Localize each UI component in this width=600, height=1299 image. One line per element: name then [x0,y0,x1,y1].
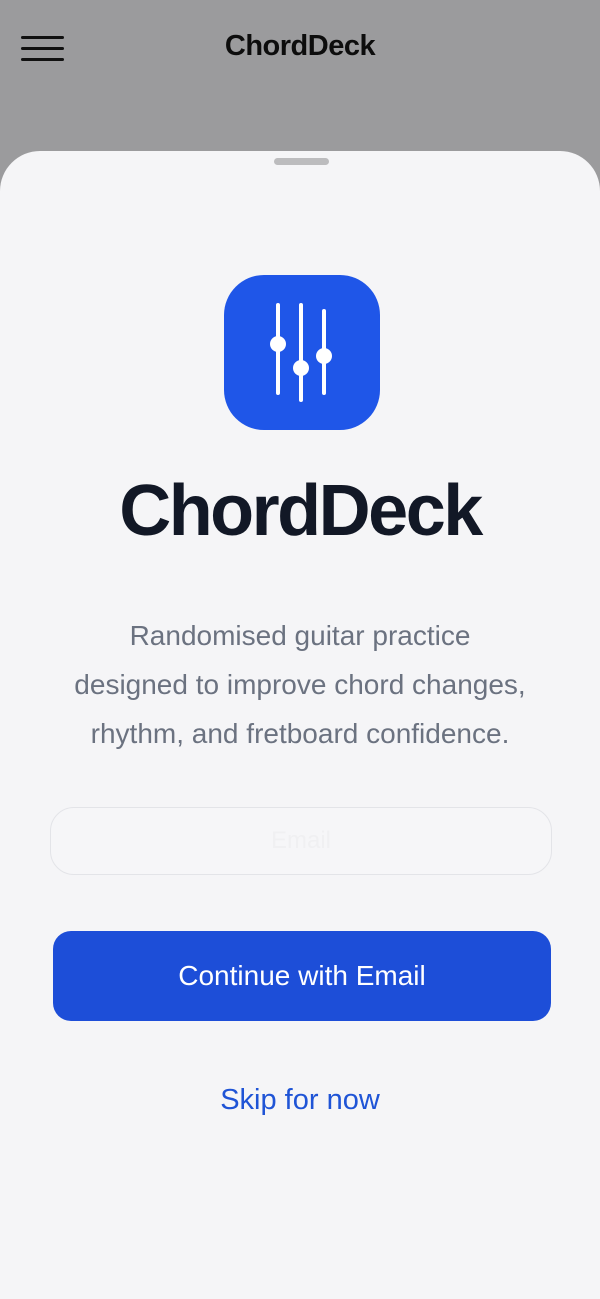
tagline-line: Randomised guitar practice [129,620,471,651]
skip-for-now-link[interactable]: Skip for now [0,1084,600,1117]
email-input[interactable] [50,807,552,875]
sliders-glyph [270,303,332,402]
brand-name: ChordDeck [119,471,483,551]
onboarding-sheet: ChordDeck Randomised guitar practice des… [0,151,600,1299]
top-bar: ChordDeck [0,0,600,150]
tagline-line: designed to improve chord changes, [74,669,526,700]
tagline: Randomised guitar practice designed to i… [40,611,560,758]
sheet-grabber-handle[interactable] [274,158,329,165]
continue-with-email-button[interactable]: Continue with Email [53,931,551,1021]
equalizer-sliders-icon [224,275,380,430]
tagline-line: rhythm, and fretboard confidence. [90,718,510,749]
app-title: ChordDeck [224,30,376,62]
